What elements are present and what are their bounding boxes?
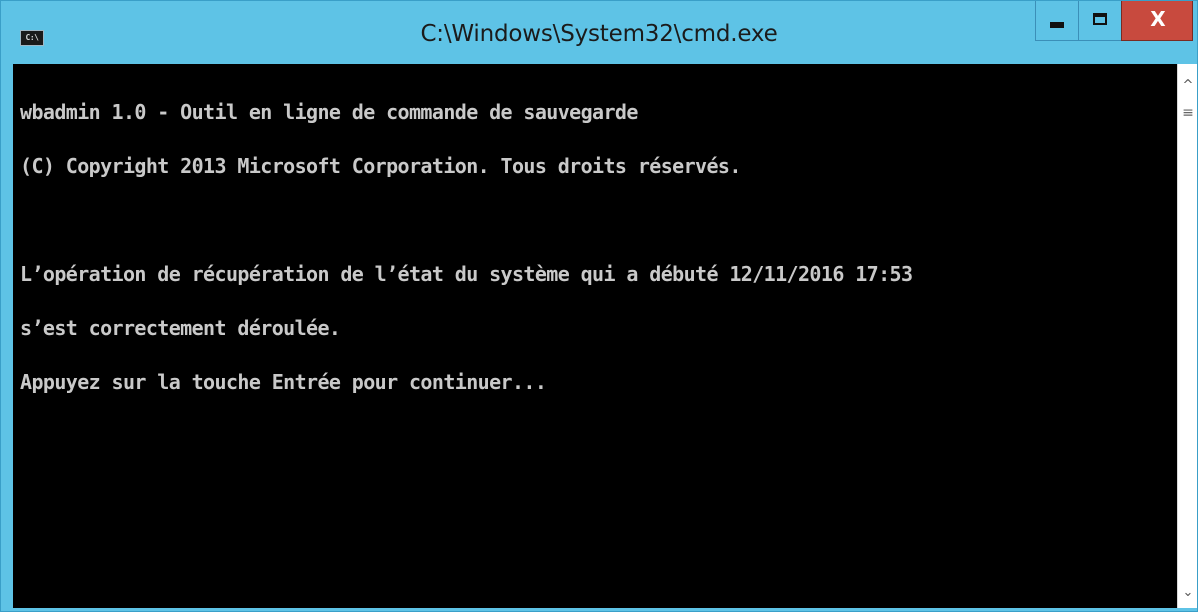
console-line: L’opération de récupération de l’état du…: [20, 262, 913, 286]
title-bar[interactable]: C:\ C:\Windows\System32\cmd.exe X: [1, 1, 1197, 59]
window-controls: X: [1035, 1, 1193, 41]
window-title: C:\Windows\System32\cmd.exe: [420, 21, 778, 47]
minimize-icon: [1050, 22, 1064, 28]
scroll-down-icon[interactable]: ⌄: [1178, 585, 1198, 600]
console-line: Appuyez sur la touche Entrée pour contin…: [20, 370, 547, 394]
vertical-scrollbar[interactable]: ^ ≡ ⌄: [1177, 64, 1197, 608]
close-button[interactable]: X: [1121, 1, 1193, 41]
minimize-button[interactable]: [1035, 1, 1078, 41]
close-icon: X: [1150, 7, 1166, 31]
console-output[interactable]: wbadmin 1.0 - Outil en ligne de commande…: [13, 64, 1177, 608]
scroll-up-icon[interactable]: ^: [1178, 78, 1198, 93]
scroll-thumb-grip-icon[interactable]: ≡: [1178, 106, 1198, 120]
cmd-window: C:\ C:\Windows\System32\cmd.exe X wbadmi…: [0, 0, 1198, 612]
console-line: wbadmin 1.0 - Outil en ligne de commande…: [20, 100, 638, 124]
console-line: (C) Copyright 2013 Microsoft Corporation…: [20, 154, 741, 178]
maximize-icon: [1093, 13, 1107, 25]
console-line: s’est correctement déroulée.: [20, 316, 341, 340]
console-text: wbadmin 1.0 - Outil en ligne de commande…: [20, 67, 913, 427]
maximize-button[interactable]: [1078, 1, 1121, 41]
